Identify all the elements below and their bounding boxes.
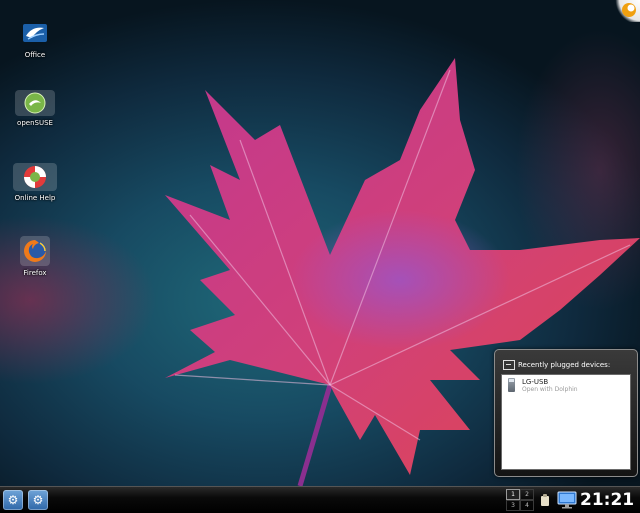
device-name: LG-USB xyxy=(522,378,549,386)
usb-drive-icon xyxy=(508,378,515,392)
klipper-icon[interactable] xyxy=(539,493,551,507)
device-item-lg-usb[interactable]: LG-USB Open with Dolphin xyxy=(506,377,626,395)
kde-icon: ⚙ xyxy=(7,493,19,507)
kde-icon: ⚙ xyxy=(32,493,44,507)
desktop-pager[interactable]: 1 2 3 4 xyxy=(506,489,534,511)
desktop-icon-label: Online Help xyxy=(14,194,56,202)
office-icon xyxy=(20,18,50,48)
pager-desktop-4[interactable]: 4 xyxy=(520,500,534,511)
device-action: Open with Dolphin xyxy=(522,386,578,393)
kde-menu-button[interactable]: ⚙ xyxy=(3,490,23,510)
desktop[interactable]: Office openSUSE Online Help Firefox Rece… xyxy=(0,0,640,486)
device-list: LG-USB Open with Dolphin xyxy=(501,374,631,470)
firefox-icon xyxy=(20,236,50,266)
kde-launcher-button[interactable]: ⚙ xyxy=(28,490,48,510)
lifebuoy-icon xyxy=(13,163,57,191)
cashew-icon xyxy=(622,3,636,17)
device-icon xyxy=(503,360,515,370)
device-notifier-title: Recently plugged devices: xyxy=(518,361,611,369)
desktop-icon-label: Office xyxy=(24,51,46,59)
desktop-icon-online-help[interactable]: Online Help xyxy=(5,163,65,202)
network-monitor-icon[interactable] xyxy=(556,491,578,509)
desktop-icon-label: Firefox xyxy=(23,269,47,277)
taskbar-panel: ⚙ ⚙ 1 2 3 4 21:21 xyxy=(0,486,640,513)
desktop-icon-label: openSUSE xyxy=(17,119,53,127)
desktop-icon-office[interactable]: Office xyxy=(5,18,65,59)
desktop-icon-firefox[interactable]: Firefox xyxy=(5,236,65,277)
pager-desktop-3[interactable]: 3 xyxy=(506,500,520,511)
desktop-toolbox-button[interactable] xyxy=(614,0,640,22)
opensuse-icon xyxy=(15,90,55,116)
desktop-icon-opensuse[interactable]: openSUSE xyxy=(5,90,65,127)
pager-desktop-1[interactable]: 1 xyxy=(506,489,520,500)
pager-desktop-2[interactable]: 2 xyxy=(520,489,534,500)
clock[interactable]: 21:21 xyxy=(580,489,638,511)
device-notifier-popup[interactable]: Recently plugged devices: LG-USB Open wi… xyxy=(494,349,638,477)
device-notifier-header: Recently plugged devices: xyxy=(503,359,631,371)
